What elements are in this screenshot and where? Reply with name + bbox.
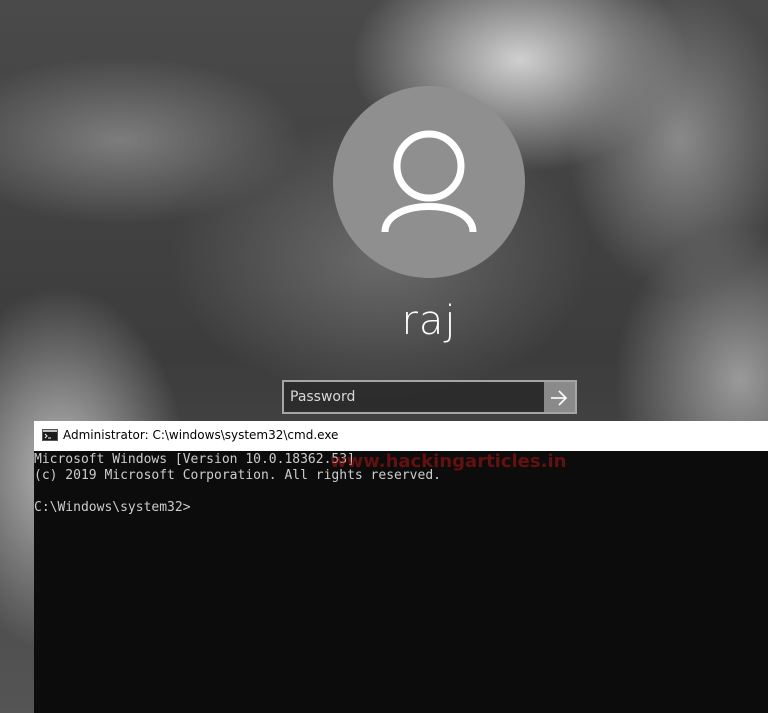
watermark: www.hackingarticles.in [330,451,567,472]
password-field[interactable] [282,380,544,414]
user-avatar [333,86,525,278]
cmd-window-title: Administrator: C:\windows\system32\cmd.e… [63,428,339,442]
user-icon [381,130,477,233]
password-submit-button[interactable] [544,380,577,414]
cmd-console-output[interactable]: Microsoft Windows [Version 10.0.18362.53… [34,452,768,713]
arrow-right-icon [551,390,568,406]
console-prompt: C:\Windows\system32> [34,500,191,515]
lock-screen: raj Administrator: C:\windows\system32\c… [0,0,768,713]
cmd-titlebar[interactable]: Administrator: C:\windows\system32\cmd.e… [34,421,768,451]
username-label: raj [401,298,457,344]
password-input[interactable] [290,382,530,412]
console-icon [42,429,58,441]
